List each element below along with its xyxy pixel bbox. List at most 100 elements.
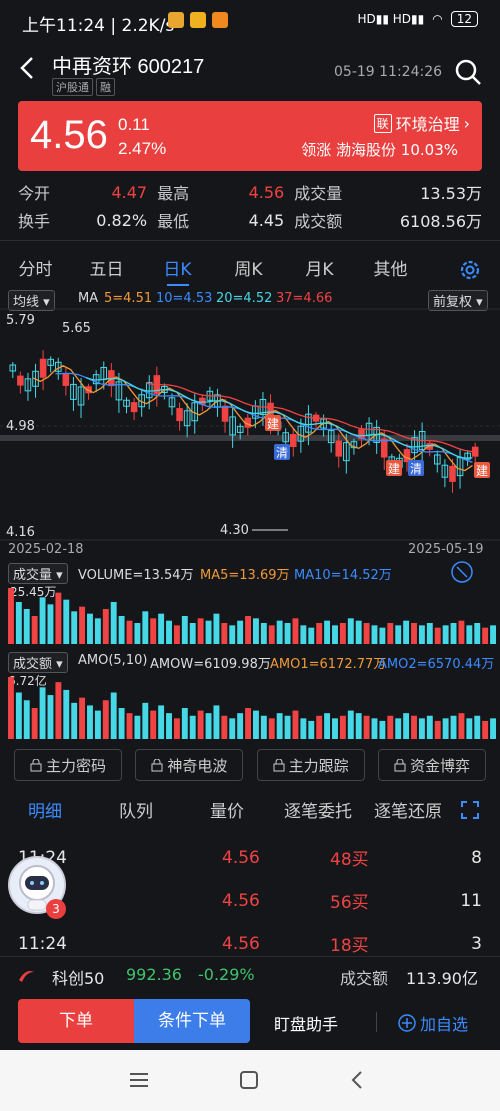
volume-bar [158,613,165,644]
tab-weekly-k[interactable]: 周K [213,254,284,286]
volume-bar [316,623,323,644]
amount-bar [379,720,386,739]
plus-circle-icon [398,1014,416,1032]
leader-label: 领涨 [301,141,332,159]
amount-bar [411,715,417,739]
amount-bar [458,713,465,739]
tab-other[interactable]: 其他 [355,254,426,286]
feature-fund-game-label: 资金博弈 [409,756,470,775]
tab-monthly-k[interactable]: 月K [284,254,355,286]
amount-chart[interactable]: 6.72亿 [0,671,500,739]
volume-bar [213,613,220,644]
volume-bar [63,599,70,644]
tab-detail[interactable]: 明细 [28,797,62,822]
watch-assistant-button[interactable]: 盯盘助手 [274,1011,338,1035]
signal-jian-2[interactable]: 建 [386,460,402,476]
amo-label: AMO(5,10) [78,653,148,668]
signal-jian-3-text: 建 [476,464,488,478]
volume-bar [245,616,251,644]
tab-tick-restore[interactable]: 逐笔还原 [374,797,442,822]
volume-bar [339,623,346,644]
trade-row[interactable]: 4.56 56买 11 [0,879,500,922]
ma37-value: 37=4.66 [276,291,333,306]
amount-bar [221,715,228,739]
menu-icon[interactable] [128,1070,150,1090]
tab-daily-k[interactable]: 日K [142,254,213,286]
candlestick-chart[interactable]: 5.79 5.65 4.98 4.16 4.30 建 清 建 清 建 [0,308,500,546]
feature-main-track[interactable]: 主力跟踪 [256,749,365,781]
index-amt-label: 成交额 [340,969,389,988]
tab-order-by-order[interactable]: 逐笔委托 [284,797,352,822]
amount-bar [347,710,354,739]
volume-bar [110,602,117,644]
volume-bar [126,620,133,644]
volume-bar [260,623,267,644]
amount-bar [134,715,141,739]
home-icon[interactable] [238,1069,260,1091]
candle-body [221,405,229,422]
volume-bar [411,623,417,644]
add-watchlist-label: 加自选 [420,1015,469,1034]
ma20-value: 20=4.52 [216,291,273,306]
signal-qing-1[interactable]: 清 [274,444,290,460]
trade-volume: 48买 [330,850,369,870]
conditional-order-button[interactable]: 条件下单 [134,999,250,1043]
volume-bar [237,620,244,644]
back-nav-icon[interactable] [348,1069,366,1091]
back-icon[interactable] [16,56,38,80]
volume-bar [173,625,180,644]
price-change: 0.11 2.47% [118,113,166,161]
amount-bar [237,713,244,739]
tab-queue[interactable]: 队列 [119,797,153,822]
trade-row[interactable]: 11:24 4.56 48买 8 [0,836,500,879]
volume-bar [150,618,157,644]
amount-dropdown[interactable]: 成交额 ▾ [8,652,68,673]
index-value: 992.36 [126,965,182,984]
volume-dropdown[interactable]: 成交量 ▾ [8,563,68,584]
amount-bar [276,713,283,739]
tab-intraday[interactable]: 分时 [0,254,71,286]
amount-bar [324,713,331,739]
price-banner[interactable]: 4.56 0.11 2.47% 联 环境治理 › 领涨 渤海股份 10.03% [18,101,482,171]
expand-chart-icon[interactable] [450,560,474,584]
amount-bar [434,720,441,739]
signal-jian-3[interactable]: 建 [474,462,490,478]
signal-qing-2[interactable]: 清 [408,460,424,476]
trade-count: 8 [471,847,482,868]
volume-bar [134,623,141,644]
order-button[interactable]: 下单 [18,999,134,1043]
candle-body [176,408,183,422]
signal-jian-1[interactable]: 建 [265,415,281,431]
index-logo-icon [19,971,34,982]
trade-time: 11:24 [18,933,67,954]
system-nav-bar [0,1050,500,1111]
volume-bar [371,625,378,644]
volume-chart[interactable]: 25.45万 [0,582,500,644]
candle-body [289,434,297,448]
amount-bar [166,713,172,739]
index-ticker[interactable]: 科创50 992.36 -0.29% 成交额 113.90亿 [0,956,500,992]
feature-main-code-label: 主力密码 [45,756,106,775]
volume-bar [332,625,338,644]
gear-icon[interactable] [458,258,482,282]
feature-fund-game[interactable]: 资金博弈 [377,749,486,781]
amow-value: AMOW=6109.98万 [150,657,271,672]
open-value: 4.47 [111,182,148,202]
volume-bar [466,625,473,644]
volume-legend: 成交量 ▾ VOLUME=13.54万 MA5=13.69万 MA10=14.5… [0,560,500,584]
chevron-right-icon: › [463,113,470,133]
amount-bar [205,713,212,739]
stat-row-2: 换手 0.82% 最低 4.45 成交额 6108.56万 [18,206,482,234]
tab-five-day[interactable]: 五日 [71,254,142,286]
action-bar: 下单 条件下单 盯盘助手 加自选 [0,996,500,1048]
trade-count: 3 [471,933,482,954]
feature-magic-wave[interactable]: 神奇电波 [135,749,244,781]
add-watchlist-button[interactable]: 加自选 [398,1011,468,1035]
sector-link[interactable]: 联 环境治理 › [373,111,470,135]
search-icon[interactable] [454,58,482,86]
trade-volume: 18买 [330,936,369,956]
tab-volume-price[interactable]: 量价 [210,797,244,822]
feature-main-code[interactable]: 主力密码 [14,749,122,781]
trade-price: 4.56 [222,933,260,954]
fullscreen-icon[interactable] [460,800,480,820]
